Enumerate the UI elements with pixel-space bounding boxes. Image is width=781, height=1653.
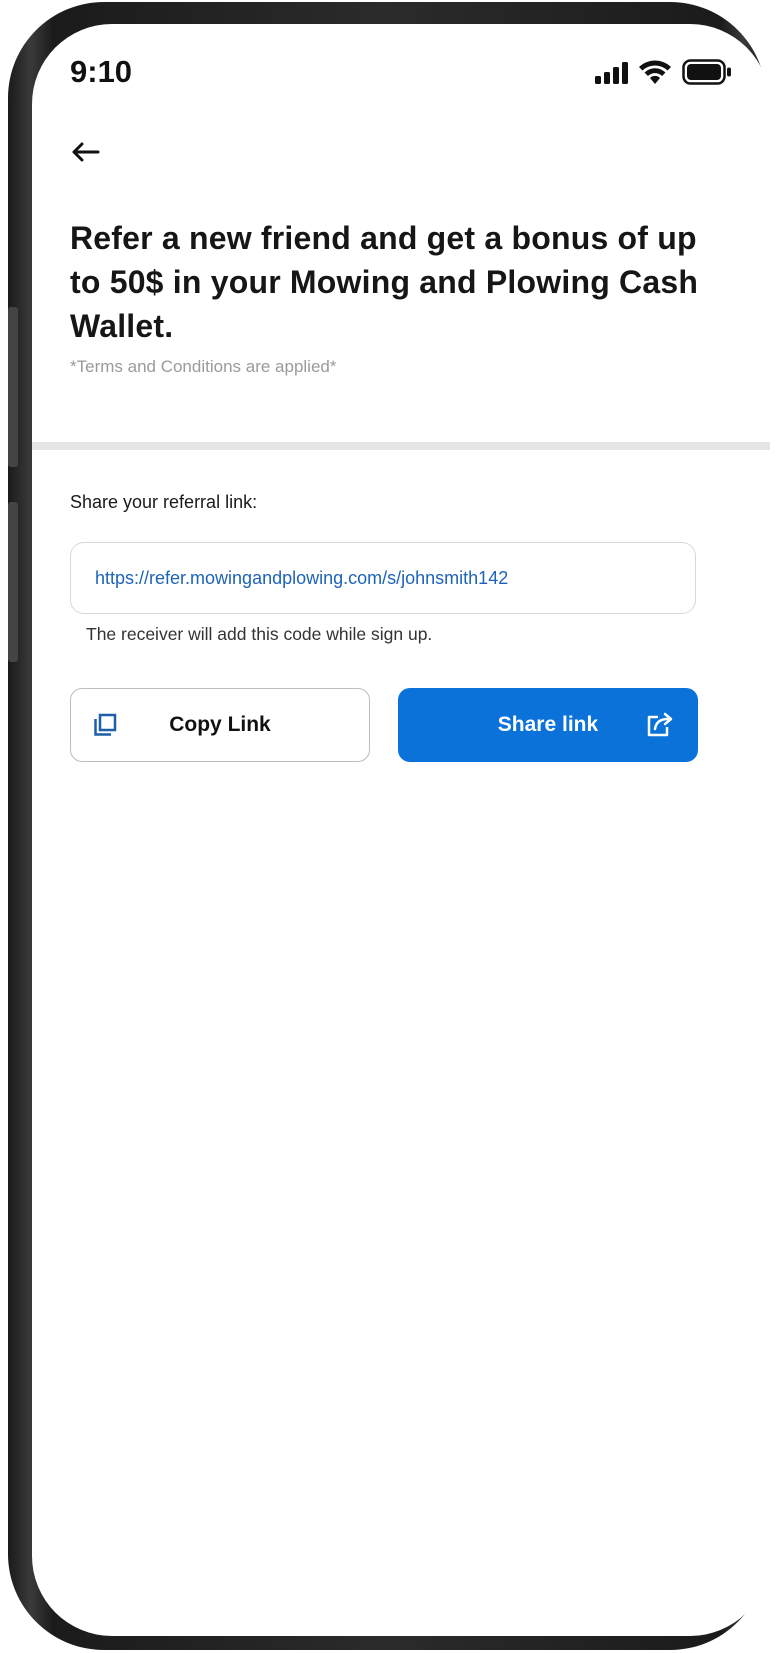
volume-button bbox=[8, 502, 18, 662]
share-link-label: Share link bbox=[497, 713, 599, 736]
copy-icon bbox=[93, 713, 117, 737]
signal-icon bbox=[595, 60, 628, 84]
share-icon bbox=[646, 712, 674, 738]
referral-link-text: https://refer.mowingandplowing.com/s/joh… bbox=[95, 567, 509, 588]
status-time: 9:10 bbox=[70, 54, 133, 89]
copy-link-label: Copy Link bbox=[169, 713, 271, 736]
section-divider bbox=[32, 442, 770, 450]
status-icons bbox=[595, 57, 732, 87]
volume-button bbox=[8, 307, 18, 467]
copy-link-button[interactable]: Copy Link bbox=[70, 688, 370, 762]
battery-icon bbox=[682, 59, 731, 85]
terms-notice: *Terms and Conditions are applied* bbox=[70, 357, 337, 376]
referral-link-field[interactable]: https://refer.mowingandplowing.com/s/joh… bbox=[70, 542, 696, 614]
share-label: Share your referral link: bbox=[70, 492, 258, 512]
back-button[interactable] bbox=[66, 132, 106, 172]
arrow-left-icon bbox=[72, 142, 100, 162]
wifi-icon bbox=[639, 60, 671, 84]
status-bar: 9:10 bbox=[32, 24, 770, 114]
page-headline: Refer a new friend and get a bonus of up… bbox=[70, 220, 699, 344]
helper-text: The receiver will add this code while si… bbox=[86, 624, 433, 644]
share-link-button[interactable]: Share link bbox=[398, 688, 698, 762]
phone-frame: 9:10 Refer a new friend and get a bonus … bbox=[8, 2, 770, 1650]
screen: 9:10 Refer a new friend and get a bonus … bbox=[32, 24, 770, 1636]
